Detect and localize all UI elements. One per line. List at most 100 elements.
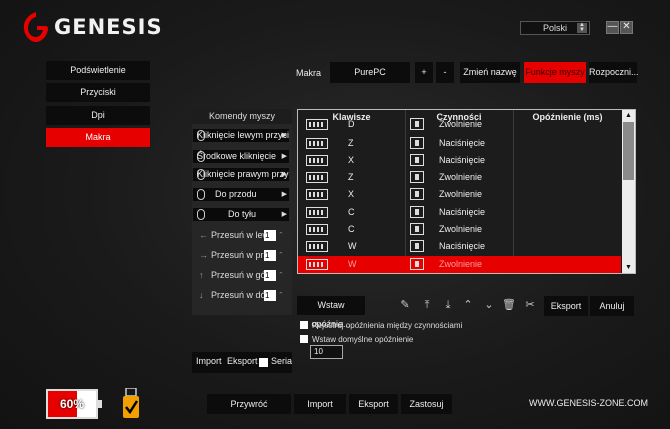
scroll-amount-input[interactable]: 1 [264,230,276,241]
nav-dpi[interactable]: Dpi [46,106,150,125]
key-release-icon [410,258,424,270]
scroll-down-icon[interactable]: ▼ [622,262,635,273]
cmd-middle-click[interactable]: Środkowe kliknięcie ▶ [193,150,289,163]
scroll-up-icon[interactable]: ▲ [622,110,635,121]
spinner-icon[interactable]: ⌃ [278,249,284,262]
website-link[interactable]: WWW.GENESIS-ZONE.COM [529,398,648,408]
table-row[interactable]: W Naciśnięcie [298,238,621,255]
row-key: X [348,189,355,199]
row-key: C [348,207,355,217]
move-down-icon[interactable]: ⌄ [480,296,498,315]
cmd-scroll-right[interactable]: → Przesuń w prawo 1 ⌃ [193,249,289,262]
table-row[interactable]: Z Zwolnienie [298,169,621,186]
arrow-down-icon: ↓ [199,290,204,300]
row-action: Naciśnięcie [439,207,486,217]
keyboard-icon [306,138,328,149]
minimize-button[interactable]: — [606,21,619,34]
cmd-scroll-left[interactable]: ← Przesuń w lewo 1 ⌃ [193,229,289,242]
close-button[interactable]: ✕ [620,21,633,34]
scroll-amount-input[interactable]: 1 [264,290,276,301]
cmd-left-click[interactable]: Kliknięcie lewym przycisk... ▶ [193,129,289,142]
macro-export-button[interactable]: Eksport [544,296,588,316]
nav-buttons[interactable]: Przyciski [46,83,150,102]
keyboard-icon [306,172,328,183]
series-checkbox[interactable] [259,358,268,367]
key-press-icon [410,240,424,252]
keyboard-icon [306,119,328,130]
spinner-icon[interactable]: ⌃ [278,289,284,302]
mouse-commands-header: Komendy myszy [192,109,292,124]
key-press-icon [410,206,424,218]
mouse-functions-button[interactable]: Funkcje myszy [524,62,586,83]
row-key: W [348,259,357,269]
edit-pencil-icon[interactable]: ✎ [396,296,414,315]
delete-icon[interactable]: 🗑 [500,296,518,315]
insert-delay-button[interactable]: Wstaw opóźnie... [297,296,365,329]
export-button[interactable]: Eksport [349,394,398,414]
key-release-icon [410,188,424,200]
apply-button[interactable]: Zastosuj [401,394,452,414]
nav-macros[interactable]: Makra [46,128,150,147]
key-release-icon [410,118,424,130]
start-recording-button[interactable]: Rozpoczni... [589,62,639,83]
scroll-amount-input[interactable]: 1 [264,270,276,281]
chevron-right-icon: ▶ [281,132,287,139]
default-delay-input[interactable]: 10 [310,345,343,359]
table-row[interactable]: C Zwolnienie [298,221,621,238]
key-release-icon [410,171,424,183]
select-arrows-icon: ▲ ▼ [577,22,587,33]
table-row[interactable]: X Zwolnienie [298,186,621,203]
row-key: Z [348,138,354,148]
cmd-back[interactable]: Do tyłu ▶ [193,208,289,221]
table-row[interactable]: X Naciśnięcie [298,152,621,169]
series-label: Seria [271,356,293,366]
clear-all-icon[interactable]: ✂ [521,296,539,315]
cmd-label: Przesuń w dół [211,290,267,300]
table-row[interactable]: D Zwolnienie [298,116,621,133]
cmd-label: Do tyłu [228,209,257,219]
add-macro-button[interactable]: + [415,62,433,83]
commands-export-button[interactable]: Eksport [227,356,258,366]
table-row[interactable]: C Naciśnięcie [298,204,621,221]
move-to-top-icon[interactable]: ⤒ [418,296,436,315]
import-button[interactable]: Import [294,394,346,414]
row-action: Zwolnienie [439,119,483,129]
record-delays-checkbox[interactable] [300,321,308,329]
move-up-icon[interactable]: ⌃ [459,296,477,315]
default-delay-checkbox[interactable] [300,335,308,343]
spinner-icon[interactable]: ⌃ [278,229,284,242]
commands-import-button[interactable]: Import [196,356,222,366]
cmd-label: Przesuń w górę [211,270,267,280]
table-scrollbar[interactable]: ▲ ▼ [622,110,635,273]
language-value: Polski [543,23,568,33]
macro-cancel-button[interactable]: Anuluj [590,296,634,316]
spinner-icon[interactable]: ⌃ [278,269,284,282]
chevron-right-icon: ▶ [281,171,287,178]
language-select[interactable]: Polski ▲ ▼ [520,21,590,35]
nav-lighting[interactable]: Podświetlenie [46,61,150,80]
macro-name-field[interactable]: PurePC [330,62,410,83]
row-key: Z [348,172,354,182]
cmd-scroll-up[interactable]: ↑ Przesuń w górę 1 ⌃ [193,269,289,282]
table-row[interactable]: Z Naciśnięcie [298,135,621,152]
cmd-label: Środkowe kliknięcie [197,151,277,161]
restore-button[interactable]: Przywróć [207,394,291,414]
row-action: Naciśnięcie [439,138,486,148]
battery-percent: 60% [59,397,85,411]
scroll-amount-input[interactable]: 1 [264,250,276,261]
row-key: X [348,155,355,165]
cmd-scroll-down[interactable]: ↓ Przesuń w dół 1 ⌃ [193,289,289,302]
scrollbar-thumb[interactable] [623,122,634,180]
table-row-selected[interactable]: W Zwolnienie [298,256,621,273]
keyboard-icon [306,224,328,235]
row-key: D [348,119,355,129]
arrow-up-icon: ↑ [199,270,204,280]
chevron-right-icon: ▶ [281,211,287,218]
remove-macro-button[interactable]: - [436,62,454,83]
cmd-right-click[interactable]: Kliknięcie prawym przycisk... ▶ [193,168,289,181]
cmd-forward[interactable]: Do przodu ▶ [193,188,289,201]
rename-button[interactable]: Zmień nazwę [460,62,520,83]
move-to-bottom-icon[interactable]: ⤓ [439,296,457,315]
cmd-label: Kliknięcie lewym przycisk... [197,130,289,140]
brand-name: GENESIS [54,15,163,39]
